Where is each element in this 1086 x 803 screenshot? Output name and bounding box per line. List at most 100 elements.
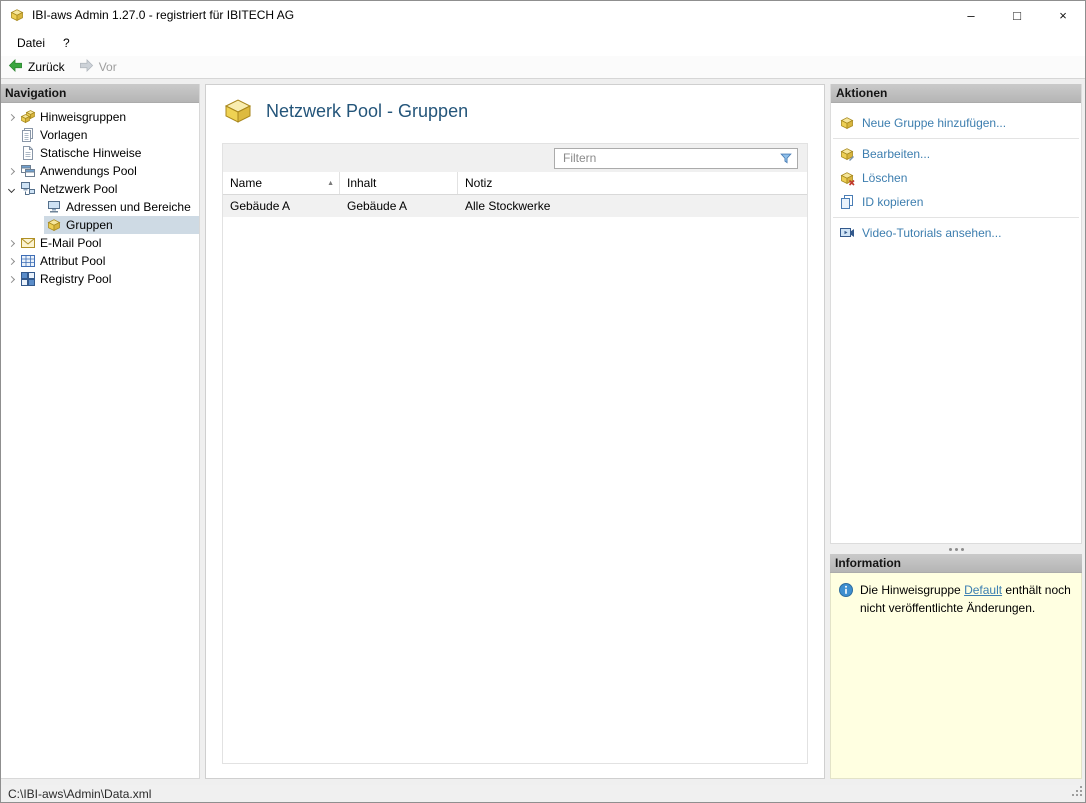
filter-input[interactable] [554,147,798,169]
menu-help[interactable]: ? [54,33,79,53]
sidebar-item-statische-hinweise[interactable]: Statische Hinweise [0,144,199,162]
information-message: Die Hinweisgruppe Default enthält noch n… [838,581,1074,617]
info-icon [838,582,854,598]
navigation-panel: Navigation Hinweisgruppen Vorlagen Stati… [0,84,200,779]
chevron-right-icon[interactable] [4,108,18,126]
content-panel: Netzwerk Pool - Gruppen Name ▲ Inhalt [205,84,825,779]
forward-button[interactable]: Vor [79,58,117,76]
menu-datei[interactable]: Datei [8,33,54,53]
cell-notiz: Alle Stockwerke [465,199,551,213]
sidebar-item-hinweisgruppen[interactable]: Hinweisgruppen [0,108,199,126]
information-panel: Information Die Hinweisgruppe Default en… [830,554,1082,779]
chevron-right-icon[interactable] [4,162,18,180]
sidebar-item-label: E-Mail Pool [40,236,102,250]
sidebar-item-anwendungs-pool[interactable]: Anwendungs Pool [0,162,199,180]
attribute-pool-icon [20,253,36,269]
templates-icon [20,127,36,143]
registry-pool-icon [20,271,36,287]
action-label: ID kopieren [862,195,924,209]
actions-panel-header: Aktionen [831,84,1081,103]
tree-row-content: Attribut Pool [18,252,199,270]
addresses-icon [46,199,62,215]
sidebar-item-email-pool[interactable]: E-Mail Pool [0,234,199,252]
content-header: Netzwerk Pool - Gruppen [206,85,824,137]
sidebar-item-label: Anwendungs Pool [40,164,137,178]
sidebar-item-vorlagen[interactable]: Vorlagen [0,126,199,144]
application-pool-icon [20,163,36,179]
resize-grip-icon[interactable] [1071,785,1084,801]
sidebar-item-netzwerk-pool[interactable]: Netzwerk Pool [0,180,199,198]
new-group-icon [839,115,855,131]
delete-action[interactable]: Löschen [831,166,1081,190]
minimize-button[interactable]: – [948,0,994,30]
chevron-down-icon[interactable] [4,180,18,198]
table-empty-area [223,217,807,763]
sidebar-item-label: Vorlagen [40,128,88,142]
network-pool-icon [20,181,36,197]
column-header-inhalt[interactable]: Inhalt [340,172,458,194]
column-header-name[interactable]: Name ▲ [223,172,340,194]
back-arrow-icon [8,58,23,76]
close-button[interactable]: × [1040,0,1086,30]
right-region: Aktionen Neue Gruppe hinzufügen... Bearb… [830,84,1082,779]
action-label: Neue Gruppe hinzufügen... [862,116,1007,130]
default-group-link[interactable]: Default [964,583,1002,597]
separator [833,138,1079,139]
sidebar-item-label: Attribut Pool [40,254,106,268]
add-group-action[interactable]: Neue Gruppe hinzufügen... [831,111,1081,135]
chevron-right-icon[interactable] [4,252,18,270]
tree-row-content: Vorlagen [18,126,199,144]
forward-arrow-icon [79,58,94,76]
sidebar-item-gruppen[interactable]: Gruppen [0,216,199,234]
sidebar-item-label: Gruppen [66,218,113,232]
separator [833,217,1079,218]
navigation-panel-header: Navigation [0,84,199,103]
status-file-path: C:\IBI-aws\Admin\Data.xml [8,787,152,801]
tree-row-content: Adressen und Bereiche [44,198,199,216]
information-body: Die Hinweisgruppe Default enthält noch n… [830,573,1082,779]
action-label: Löschen [862,171,908,185]
table-row[interactable]: Gebäude A Gebäude A Alle Stockwerke [223,195,807,217]
information-text: Die Hinweisgruppe Default enthält noch n… [860,581,1074,617]
sidebar-item-registry-pool[interactable]: Registry Pool [0,270,199,288]
action-label: Bearbeiten... [862,147,931,161]
back-button[interactable]: Zurück [8,58,65,76]
window-controls: – □ × [948,0,1086,30]
video-icon [839,225,855,241]
filter-box [554,147,798,169]
actions-panel: Aktionen Neue Gruppe hinzufügen... Bearb… [830,84,1082,544]
page-title: Netzwerk Pool - Gruppen [266,100,469,121]
sidebar-item-attribut-pool[interactable]: Attribut Pool [0,252,199,270]
copy-id-action[interactable]: ID kopieren [831,190,1081,214]
network-pool-groups-icon [222,95,254,128]
chevron-right-icon[interactable] [4,270,18,288]
panel-splitter[interactable] [830,544,1082,554]
filter-funnel-icon[interactable] [779,151,793,165]
cell-inhalt: Gebäude A [347,199,408,213]
chevron-right-icon[interactable] [4,234,18,252]
column-header-notiz[interactable]: Notiz [458,172,807,194]
tree-row-content: Netzwerk Pool [18,180,199,198]
tree-row-content: Registry Pool [18,270,199,288]
main-region: Navigation Hinweisgruppen Vorlagen Stati… [0,79,1086,785]
information-panel-header: Information [830,554,1082,573]
status-bar: C:\IBI-aws\Admin\Data.xml [0,785,1086,803]
edit-action[interactable]: Bearbeiten... [831,142,1081,166]
tree-row-content: Hinweisgruppen [18,108,199,126]
delete-icon [839,170,855,186]
video-tutorials-action[interactable]: Video-Tutorials ansehen... [831,221,1081,245]
app-icon [9,7,25,23]
sidebar-item-label: Netzwerk Pool [40,182,118,196]
navigation-tree: Hinweisgruppen Vorlagen Statische Hinwei… [0,103,199,778]
sidebar-item-label: Adressen und Bereiche [66,200,191,214]
title-bar[interactable]: IBI-aws Admin 1.27.0 - registriert für I… [0,0,1086,30]
maximize-button[interactable]: □ [994,0,1040,30]
sidebar-item-adressen-und-bereiche[interactable]: Adressen und Bereiche [0,198,199,216]
tree-row-content: E-Mail Pool [18,234,199,252]
forward-label: Vor [98,60,117,74]
info-text-before: Die Hinweisgruppe [860,583,965,597]
table-header: Name ▲ Inhalt Notiz [223,172,807,195]
